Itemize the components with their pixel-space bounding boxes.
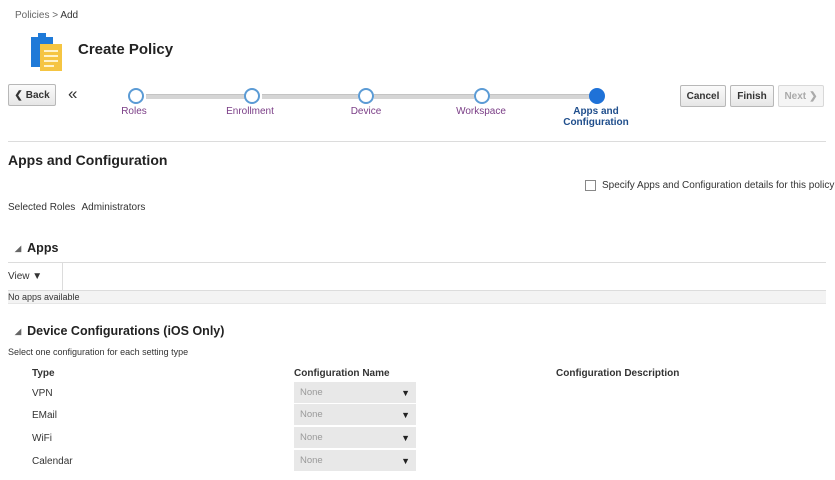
header-divider (8, 141, 826, 142)
back-button[interactable]: ❮ Back (8, 84, 56, 106)
toolbar-separator (62, 263, 63, 290)
disclosure-triangle-icon[interactable]: ◢ (15, 244, 21, 253)
breadcrumb-separator: > (49, 10, 61, 21)
chevron-left-icon: ❮ (14, 89, 23, 101)
vpn-config-select[interactable]: None ▼ (294, 382, 416, 403)
specify-details-row[interactable]: Specify Apps and Configuration details f… (585, 180, 834, 191)
selected-roles-label: Selected Roles (8, 202, 76, 213)
select-value: None (300, 455, 323, 466)
chevron-right-icon: ❯ (809, 90, 818, 102)
column-header-config-name: Configuration Name (294, 368, 390, 379)
train-connector-4 (490, 94, 590, 99)
row-label-calendar: Calendar (32, 456, 73, 467)
view-menu[interactable]: View ▼ (8, 271, 42, 282)
caret-down-icon: ▼ (401, 455, 410, 466)
train-stop-roles[interactable] (128, 88, 144, 104)
train-label-apps-configuration: Apps and Configuration (551, 106, 641, 128)
train-connector-2 (262, 94, 358, 99)
section-title: Apps and Configuration (8, 152, 168, 168)
device-config-hint: Select one configuration for each settin… (8, 347, 189, 357)
train-stop-device[interactable] (358, 88, 374, 104)
next-button: Next ❯ (778, 85, 824, 107)
finish-button[interactable]: Finish (730, 85, 774, 107)
caret-down-icon: ▼ (401, 432, 410, 443)
specify-details-checkbox[interactable] (585, 180, 596, 191)
select-value: None (300, 387, 323, 398)
selected-roles-value: Administrators (81, 202, 146, 213)
row-label-vpn: VPN (32, 388, 53, 399)
disclosure-triangle-icon[interactable]: ◢ (15, 327, 21, 336)
selected-roles: Selected Roles Administrators (8, 202, 145, 213)
train-label-device[interactable]: Device (321, 106, 411, 117)
train-connector-1 (146, 94, 246, 99)
select-value: None (300, 409, 323, 420)
train-stop-apps-configuration (589, 88, 605, 104)
train-label-line-1: Apps and (573, 106, 619, 117)
train-connector-3 (374, 94, 474, 99)
next-button-label: Next (784, 90, 807, 102)
train-label-roles[interactable]: Roles (89, 106, 179, 117)
email-config-select[interactable]: None ▼ (294, 404, 416, 425)
specify-details-label[interactable]: Specify Apps and Configuration details f… (602, 180, 834, 191)
train-label-line-2: Configuration (563, 117, 629, 128)
clipboard-document-icon (28, 31, 66, 73)
row-label-email: EMail (32, 410, 58, 421)
device-config-header-label: Device Configurations (iOS Only) (27, 324, 225, 338)
wifi-config-select[interactable]: None ▼ (294, 427, 416, 448)
calendar-config-select[interactable]: None ▼ (294, 450, 416, 471)
breadcrumb-parent-link[interactable]: Policies (15, 10, 49, 21)
apps-header[interactable]: ◢ Apps (15, 241, 58, 255)
breadcrumb: Policies > Add (15, 10, 78, 21)
back-button-label: Back (25, 89, 50, 101)
train-label-enrollment[interactable]: Enrollment (205, 106, 295, 117)
collapse-double-chevron-icon[interactable]: « (68, 84, 77, 104)
caret-down-icon: ▼ (401, 387, 410, 398)
apps-header-label: Apps (27, 241, 59, 255)
page-title: Create Policy (78, 41, 174, 58)
column-header-type: Type (32, 368, 55, 379)
cancel-button[interactable]: Cancel (680, 85, 726, 107)
device-config-header[interactable]: ◢ Device Configurations (iOS Only) (15, 324, 224, 338)
row-label-wifi: WiFi (32, 433, 52, 444)
train-stop-enrollment[interactable] (244, 88, 260, 104)
select-value: None (300, 432, 323, 443)
train-label-workspace[interactable]: Workspace (436, 106, 526, 117)
apps-empty-row: No apps available (8, 290, 826, 304)
breadcrumb-current: Add (60, 10, 79, 21)
caret-down-icon: ▼ (401, 409, 410, 420)
column-header-config-description: Configuration Description (556, 368, 680, 379)
apps-toolbar (8, 262, 826, 291)
train-stop-workspace[interactable] (474, 88, 490, 104)
